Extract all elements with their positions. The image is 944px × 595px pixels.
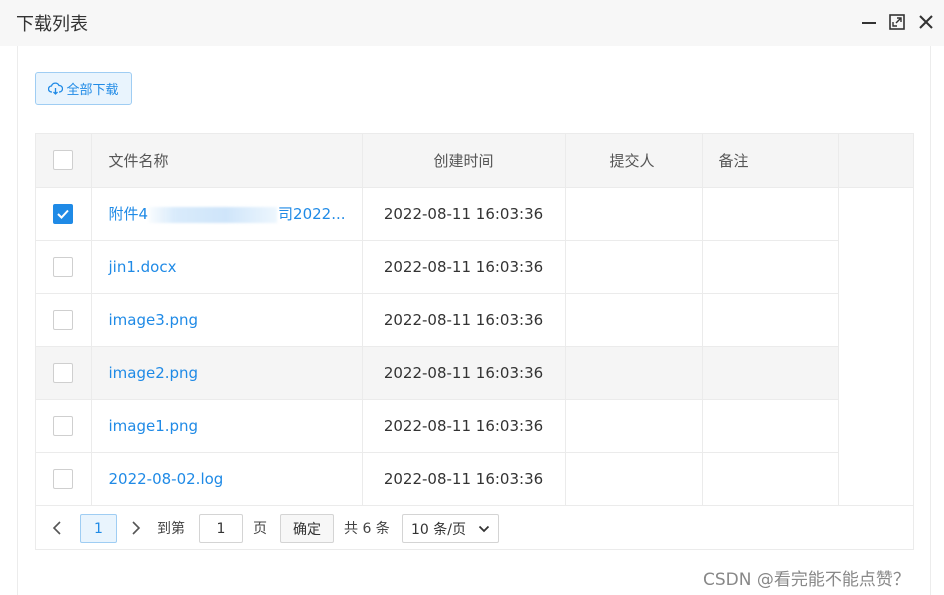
column-header-spacer bbox=[838, 134, 913, 188]
prev-page-icon[interactable] bbox=[49, 519, 65, 537]
close-icon[interactable] bbox=[917, 13, 935, 31]
watermark: CSDN @看完能不能点赞？ bbox=[703, 570, 910, 590]
created-time: 2022-08-11 16:03:36 bbox=[362, 293, 566, 347]
table-row[interactable]: image1.png 2022-08-11 16:03:36 bbox=[36, 399, 913, 453]
goto-confirm-button[interactable]: 确定 bbox=[280, 514, 334, 543]
table-row[interactable]: 2022-08-02.log 2022-08-11 16:03:36 bbox=[36, 452, 913, 506]
created-time: 2022-08-11 16:03:36 bbox=[362, 346, 566, 400]
file-name-link[interactable]: image2.png bbox=[109, 364, 199, 382]
table-row[interactable]: jin1.docx 2022-08-11 16:03:36 bbox=[36, 240, 913, 294]
column-header-name[interactable]: 文件名称 bbox=[91, 134, 363, 188]
note-cell bbox=[702, 187, 839, 241]
file-name-link[interactable]: image1.png bbox=[109, 417, 199, 435]
column-header-note[interactable]: 备注 bbox=[702, 134, 839, 188]
pagination: 1 到第 页 确定 共 6 条 10 条/页 bbox=[35, 505, 914, 550]
page-button-current[interactable]: 1 bbox=[80, 514, 117, 543]
next-page-icon[interactable] bbox=[128, 519, 144, 537]
file-name-link[interactable]: 附件4 司2022... bbox=[109, 205, 346, 223]
file-name-link[interactable]: 2022-08-02.log bbox=[109, 470, 224, 488]
created-time: 2022-08-11 16:03:36 bbox=[362, 187, 566, 241]
row-checkbox[interactable] bbox=[53, 415, 74, 436]
submitter-cell bbox=[565, 293, 703, 347]
page-size-value: 10 条/页 bbox=[411, 521, 466, 538]
row-checkbox[interactable] bbox=[53, 256, 74, 277]
goto-page-input[interactable] bbox=[199, 514, 243, 543]
row-checkbox[interactable] bbox=[53, 362, 74, 383]
download-all-button[interactable]: 全部下载 bbox=[35, 72, 132, 105]
submitter-cell bbox=[565, 399, 703, 453]
minimize-icon[interactable] bbox=[860, 13, 878, 31]
page-size-select[interactable]: 10 条/页 bbox=[402, 514, 499, 543]
column-header-created[interactable]: 创建时间 bbox=[362, 134, 566, 188]
row-checkbox[interactable] bbox=[53, 309, 74, 330]
file-name-link[interactable]: jin1.docx bbox=[109, 258, 177, 276]
maximize-icon[interactable] bbox=[888, 13, 906, 31]
row-checkbox[interactable] bbox=[53, 203, 74, 224]
submitter-cell bbox=[565, 452, 703, 506]
table-row[interactable]: 附件4 司2022... 2022-08-11 16:03:36 bbox=[36, 187, 913, 241]
file-table: 文件名称 创建时间 提交人 备注 附件4 司2022... 2022-08-11 … bbox=[35, 133, 914, 550]
submitter-cell bbox=[565, 187, 703, 241]
created-time: 2022-08-11 16:03:36 bbox=[362, 399, 566, 453]
goto-suffix: 页 bbox=[253, 521, 267, 537]
row-checkbox[interactable] bbox=[53, 468, 74, 489]
total-count: 共 6 条 bbox=[344, 521, 390, 537]
submitter-cell bbox=[565, 346, 703, 400]
select-all-checkbox[interactable] bbox=[53, 150, 74, 171]
download-all-label: 全部下载 bbox=[66, 83, 119, 98]
cloud-download-icon bbox=[48, 82, 64, 95]
note-cell bbox=[702, 399, 839, 453]
note-cell bbox=[702, 346, 839, 400]
created-time: 2022-08-11 16:03:36 bbox=[362, 452, 566, 506]
chevron-down-icon bbox=[478, 525, 490, 533]
created-time: 2022-08-11 16:03:36 bbox=[362, 240, 566, 294]
note-cell bbox=[702, 240, 839, 294]
redacted-text bbox=[149, 206, 278, 223]
column-header-submitter[interactable]: 提交人 bbox=[565, 134, 703, 188]
file-name-link[interactable]: image3.png bbox=[109, 311, 199, 329]
table-row[interactable]: image2.png 2022-08-11 16:03:36 bbox=[36, 346, 913, 400]
note-cell bbox=[702, 293, 839, 347]
note-cell bbox=[702, 452, 839, 506]
dialog-titlebar: 下载列表 bbox=[0, 0, 944, 46]
submitter-cell bbox=[565, 240, 703, 294]
goto-prefix: 到第 bbox=[157, 521, 185, 537]
table-row[interactable]: image3.png 2022-08-11 16:03:36 bbox=[36, 293, 913, 347]
table-header-row: 文件名称 创建时间 提交人 备注 bbox=[36, 134, 913, 188]
dialog-title: 下载列表 bbox=[16, 14, 88, 35]
